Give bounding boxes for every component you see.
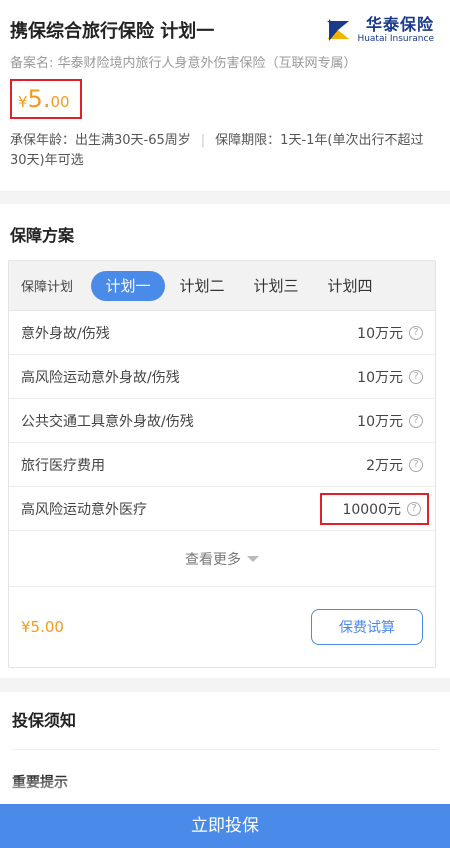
chevron-down-icon xyxy=(247,555,259,562)
coverage-amount: 10万元 xyxy=(357,413,403,430)
help-icon[interactable]: ? xyxy=(407,501,421,516)
coverage-amount: 10000元 xyxy=(342,501,401,518)
calc-price: ¥5.00 xyxy=(21,618,64,636)
scroll-fade xyxy=(0,774,450,804)
table-row: 高风险运动意外医疗 10000元 ? xyxy=(9,487,435,531)
plan-heading: 保障方案 xyxy=(10,226,75,245)
logo-cn-text: 华泰保险 xyxy=(365,14,434,34)
coverage-name: 高风险运动意外身故/伤残 xyxy=(21,369,180,386)
notice-title: 投保须知 xyxy=(12,692,438,750)
coverage-meta: 承保年龄：出生满30天-65周岁 | 保障期限：1天-1年(单次出行不超过30天)年… xyxy=(10,131,440,171)
view-more-label: 查看更多 xyxy=(185,551,241,568)
table-row: 高风险运动意外身故/伤残 10万元 ? xyxy=(9,355,435,399)
table-row: 公共交通工具意外身故/伤残 10万元 ? xyxy=(9,399,435,443)
logo-en-text: Huatai Insurance xyxy=(357,33,434,44)
help-icon[interactable]: ? xyxy=(409,369,423,384)
record-name: 备案名: 华泰财险境内旅行人身意外伤害保险（互联网专属） xyxy=(10,56,357,71)
plan-table: 保障计划 计划一 计划二 计划三 计划四 意外身故/伤残 10万元 ? 高风险运… xyxy=(8,260,436,668)
coverage-name: 高风险运动意外医疗 xyxy=(21,501,147,518)
title-row: 携保综合旅行保险 计划一 华泰保险 Huatai Insurance xyxy=(10,14,440,46)
calc-price-symbol: ¥ xyxy=(21,618,31,636)
price-integer: 5. xyxy=(27,85,51,113)
table-row: 意外身故/伤残 10万元 ? xyxy=(9,311,435,355)
plan-tab-label: 保障计划 xyxy=(21,280,74,295)
highlighted-amount: 10000元 ? xyxy=(320,492,429,525)
tab-plan-1[interactable]: 计划一 xyxy=(91,270,165,301)
tab-plan-3[interactable]: 计划三 xyxy=(239,271,313,301)
section-divider xyxy=(0,192,450,204)
plan-section: 保障方案 保障计划 计划一 计划二 计划三 计划四 意外身故/伤残 10万元 ?… xyxy=(0,204,450,668)
section-divider xyxy=(0,678,450,692)
price-display: ¥ 5. 00 xyxy=(10,79,82,119)
coverage-name: 公共交通工具意外身故/伤残 xyxy=(21,413,194,430)
price-decimal: 00 xyxy=(50,93,70,111)
help-icon[interactable]: ? xyxy=(409,457,423,472)
table-row: 旅行医疗费用 2万元 ? xyxy=(9,443,435,487)
tab-plan-2[interactable]: 计划二 xyxy=(165,271,239,301)
premium-calc-button[interactable]: 保费试算 xyxy=(311,609,423,645)
page-title: 携保综合旅行保险 计划一 xyxy=(10,21,215,42)
product-header: 携保综合旅行保险 计划一 华泰保险 Huatai Insurance 备案名: … xyxy=(0,0,450,192)
buy-now-button[interactable]: 立即投保 xyxy=(0,804,450,848)
meta-divider: | xyxy=(200,133,206,148)
brand-logo: 华泰保险 Huatai Insurance xyxy=(325,14,434,44)
help-icon[interactable]: ? xyxy=(409,325,423,340)
coverage-name: 旅行医疗费用 xyxy=(21,457,105,474)
huatai-logo-icon xyxy=(327,19,350,41)
premium-calc-row: ¥5.00 保费试算 xyxy=(9,587,435,667)
coverage-name: 意外身故/伤残 xyxy=(21,325,110,342)
coverage-amount: 2万元 xyxy=(366,457,403,474)
view-more-button[interactable]: 查看更多 xyxy=(9,531,435,587)
price-symbol: ¥ xyxy=(18,93,28,111)
tab-plan-4[interactable]: 计划四 xyxy=(313,271,387,301)
coverage-amount: 10万元 xyxy=(357,325,403,342)
insured-age: 承保年龄：出生满30天-65周岁 xyxy=(10,133,191,148)
plan-tabs: 保障计划 计划一 计划二 计划三 计划四 xyxy=(9,261,435,311)
help-icon[interactable]: ? xyxy=(409,413,423,428)
coverage-amount: 10万元 xyxy=(357,369,403,386)
calc-price-integer: 5. xyxy=(30,618,45,636)
calc-price-decimal: 00 xyxy=(44,618,64,636)
